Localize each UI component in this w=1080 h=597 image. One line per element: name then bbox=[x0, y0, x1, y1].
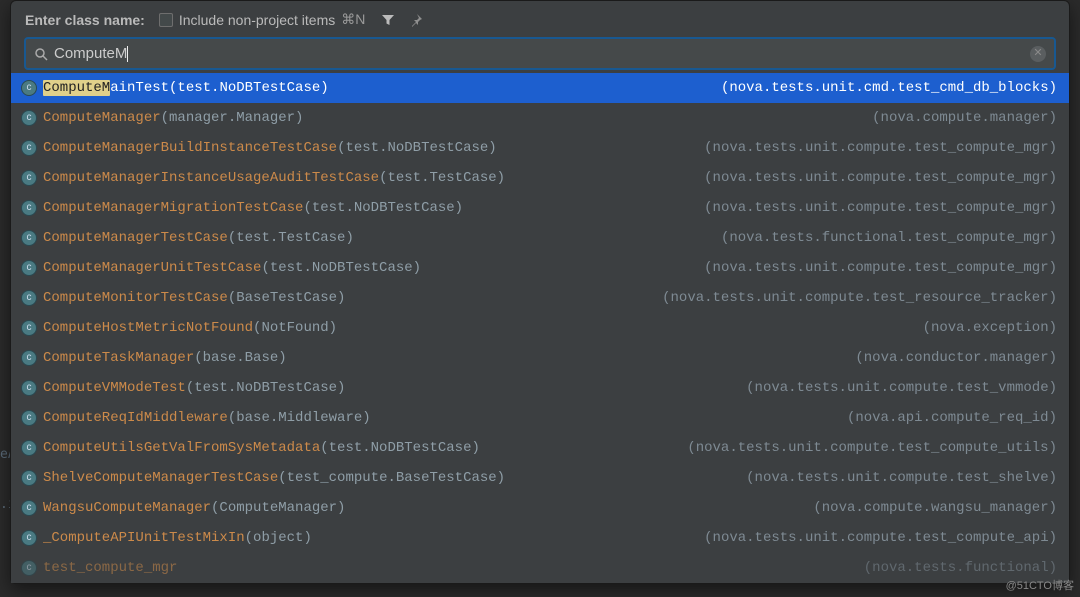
shortcut-label: ⌘N bbox=[341, 11, 365, 28]
search-input[interactable]: ComputeM bbox=[54, 45, 1024, 62]
result-location: (nova.tests.unit.compute.test_shelve) bbox=[746, 467, 1057, 489]
result-name: ComputeManagerBuildInstanceTestCase(test… bbox=[43, 137, 698, 159]
result-name: test_compute_mgr bbox=[43, 557, 858, 579]
class-icon: c bbox=[21, 380, 37, 396]
class-icon: c bbox=[21, 230, 37, 246]
class-icon: c bbox=[21, 530, 37, 546]
result-row[interactable]: c ComputeHostMetricNotFound(NotFound) (nov… bbox=[11, 313, 1069, 343]
result-location: (nova.tests.unit.compute.test_vmmode) bbox=[746, 377, 1057, 399]
watermark: @51CTO博客 bbox=[1006, 577, 1074, 593]
result-name: ComputeManagerInstanceUsageAuditTestCase… bbox=[43, 167, 698, 189]
class-icon: c bbox=[21, 290, 37, 306]
result-location: (nova.api.compute_req_id) bbox=[847, 407, 1057, 429]
result-name: ComputeHostMetricNotFound(NotFound) bbox=[43, 317, 917, 339]
checkbox-label: Include non-project items bbox=[179, 12, 335, 28]
filter-icon[interactable] bbox=[381, 13, 395, 27]
popup-header: Enter class name: Include non-project it… bbox=[11, 1, 1069, 38]
include-non-project-checkbox[interactable]: Include non-project items ⌘N bbox=[159, 11, 366, 28]
result-name: ComputeUtilsGetValFromSysMetadata(test.N… bbox=[43, 437, 681, 459]
result-name: ComputeReqIdMiddleware(base.Middleware) bbox=[43, 407, 841, 429]
class-icon: c bbox=[21, 170, 37, 186]
class-icon: c bbox=[21, 410, 37, 426]
result-row[interactable]: c WangsuComputeManager(ComputeManager) (no… bbox=[11, 493, 1069, 523]
result-location: (nova.compute.manager) bbox=[872, 107, 1057, 129]
class-icon: c bbox=[21, 500, 37, 516]
class-icon: c bbox=[21, 140, 37, 156]
result-name: ComputeMonitorTestCase(BaseTestCase) bbox=[43, 287, 656, 309]
class-icon: c bbox=[21, 260, 37, 276]
result-name: ComputeTaskManager(base.Base) bbox=[43, 347, 849, 369]
result-location: (nova.tests.functional) bbox=[864, 557, 1057, 579]
result-row[interactable]: c ComputeVMModeTest(test.NoDBTestCase) (no… bbox=[11, 373, 1069, 403]
result-row[interactable]: c ComputeReqIdMiddleware(base.Middleware)… bbox=[11, 403, 1069, 433]
class-icon: c bbox=[21, 350, 37, 366]
result-name: ShelveComputeManagerTestCase(test_comput… bbox=[43, 467, 740, 489]
result-row[interactable]: c ComputeTaskManager(base.Base) (nova.cond… bbox=[11, 343, 1069, 373]
result-name: ComputeManagerUnitTestCase(test.NoDBTest… bbox=[43, 257, 698, 279]
checkbox-icon bbox=[159, 13, 173, 27]
result-location: (nova.tests.functional.test_compute_mgr) bbox=[721, 227, 1057, 249]
result-row[interactable]: c ShelveComputeManagerTestCase(test_compu… bbox=[11, 463, 1069, 493]
result-name: WangsuComputeManager(ComputeManager) bbox=[43, 497, 807, 519]
result-location: (nova.exception) bbox=[923, 317, 1057, 339]
result-row[interactable]: c ComputeMonitorTestCase(BaseTestCase) (no… bbox=[11, 283, 1069, 313]
result-name: ComputeManager(manager.Manager) bbox=[43, 107, 866, 129]
result-location: (nova.compute.wangsu_manager) bbox=[813, 497, 1057, 519]
result-row[interactable]: c _ComputeAPIUnitTestMixIn(object) (nova.t… bbox=[11, 523, 1069, 553]
result-row[interactable]: c ComputeManagerInstanceUsageAuditTestCas… bbox=[11, 163, 1069, 193]
result-row[interactable]: c test_compute_mgr (nova.tests.functional) bbox=[11, 553, 1069, 583]
result-location: (nova.tests.unit.compute.test_compute_mg… bbox=[704, 197, 1057, 219]
result-name: _ComputeAPIUnitTestMixIn(object) bbox=[43, 527, 698, 549]
result-location: (nova.conductor.manager) bbox=[855, 347, 1057, 369]
goto-class-popup: Enter class name: Include non-project it… bbox=[10, 0, 1070, 584]
class-icon: c bbox=[21, 80, 37, 96]
prompt-label: Enter class name: bbox=[25, 12, 145, 28]
result-name: ComputeVMModeTest(test.NoDBTestCase) bbox=[43, 377, 740, 399]
class-icon: c bbox=[21, 440, 37, 456]
result-location: (nova.tests.unit.compute.test_compute_mg… bbox=[704, 137, 1057, 159]
class-icon: c bbox=[21, 560, 37, 576]
result-row[interactable]: c ComputeManagerMigrationTestCase(test.No… bbox=[11, 193, 1069, 223]
result-row[interactable]: c ComputeUtilsGetValFromSysMetadata(test.… bbox=[11, 433, 1069, 463]
search-field[interactable]: ComputeM ✕ bbox=[25, 38, 1055, 69]
result-row[interactable]: c ComputeManagerTestCase(test.TestCase) (n… bbox=[11, 223, 1069, 253]
result-location: (nova.tests.unit.compute.test_compute_ut… bbox=[687, 437, 1057, 459]
result-row[interactable]: c ComputeMainTest(test.NoDBTestCase) (nova… bbox=[11, 73, 1069, 103]
result-location: (nova.tests.unit.compute.test_resource_t… bbox=[662, 287, 1057, 309]
result-location: (nova.tests.unit.compute.test_compute_mg… bbox=[704, 167, 1057, 189]
result-location: (nova.tests.unit.compute.test_compute_ap… bbox=[704, 527, 1057, 549]
clear-icon[interactable]: ✕ bbox=[1030, 46, 1046, 62]
class-icon: c bbox=[21, 320, 37, 336]
result-location: (nova.tests.unit.cmd.test_cmd_db_blocks) bbox=[721, 77, 1057, 99]
search-icon bbox=[34, 47, 48, 61]
results-list: c ComputeMainTest(test.NoDBTestCase) (nova… bbox=[11, 73, 1069, 583]
pin-icon[interactable] bbox=[409, 13, 423, 27]
class-icon: c bbox=[21, 470, 37, 486]
result-row[interactable]: c ComputeManager(manager.Manager) (nova.co… bbox=[11, 103, 1069, 133]
result-name: ComputeManagerTestCase(test.TestCase) bbox=[43, 227, 715, 249]
result-row[interactable]: c ComputeManagerBuildInstanceTestCase(tes… bbox=[11, 133, 1069, 163]
result-row[interactable]: c ComputeManagerUnitTestCase(test.NoDBTes… bbox=[11, 253, 1069, 283]
result-name: ComputeMainTest(test.NoDBTestCase) bbox=[43, 77, 715, 99]
result-name: ComputeManagerMigrationTestCase(test.NoD… bbox=[43, 197, 698, 219]
class-icon: c bbox=[21, 200, 37, 216]
class-icon: c bbox=[21, 110, 37, 126]
result-location: (nova.tests.unit.compute.test_compute_mg… bbox=[704, 257, 1057, 279]
